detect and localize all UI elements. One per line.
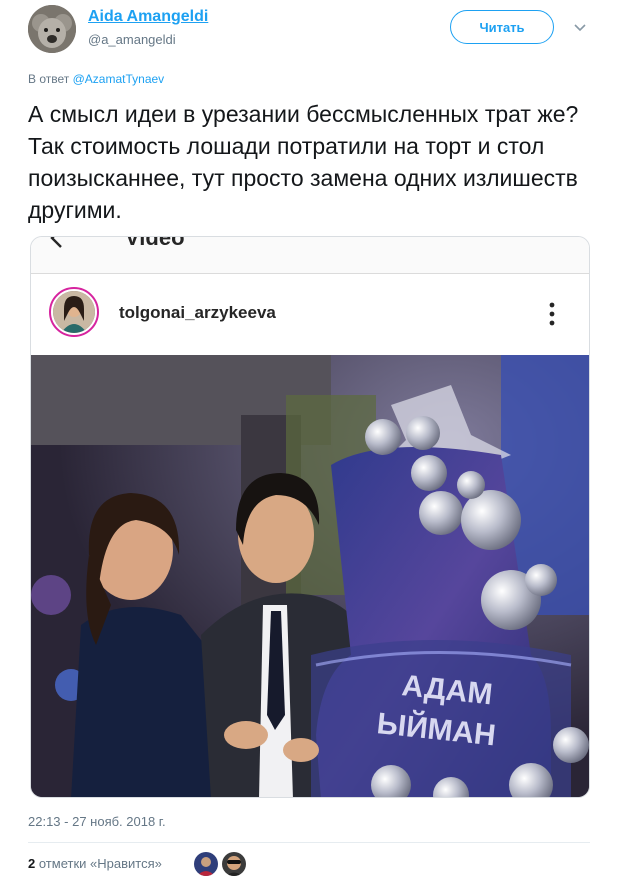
reply-prefix: В ответ [28, 72, 70, 86]
instagram-user-avatar [49, 287, 99, 337]
likes-summary[interactable]: 2 отметки «Нравится» [28, 856, 162, 871]
more-vertical-icon [547, 301, 557, 327]
tweet-timestamp[interactable]: 22:13 - 27 нояб. 2018 г. [28, 814, 166, 829]
divider [28, 842, 590, 843]
chevron-down-icon[interactable] [572, 20, 588, 36]
author-avatar[interactable] [28, 5, 76, 53]
instagram-header-title: Video [125, 237, 185, 250]
tweet-text: А смысл идеи в урезании бессмысленных тр… [28, 101, 579, 223]
liker-avatar[interactable] [222, 852, 246, 876]
reply-to-link[interactable]: @AzamatTynaev [73, 72, 165, 86]
back-arrow-icon [47, 237, 69, 249]
author-handle[interactable]: @a_amangeldi [88, 32, 176, 47]
instagram-username: tolgonai_arzykeeva [119, 303, 276, 322]
instagram-header-bar: Video [31, 237, 589, 274]
likes-label: отметки «Нравится» [38, 856, 162, 871]
likes-count: 2 [28, 856, 36, 871]
author-name[interactable]: Aida Amangeldi [88, 8, 208, 26]
embedded-image-card[interactable]: Video tolgonai_arzykeeva АДАМ ЫЙМАН [30, 236, 590, 798]
liker-avatar[interactable] [194, 852, 218, 876]
party-photo: АДАМ ЫЙМАН [31, 355, 589, 797]
follow-button[interactable]: Читать [450, 10, 554, 44]
reply-context: В ответ @AzamatTynaev [28, 72, 164, 86]
